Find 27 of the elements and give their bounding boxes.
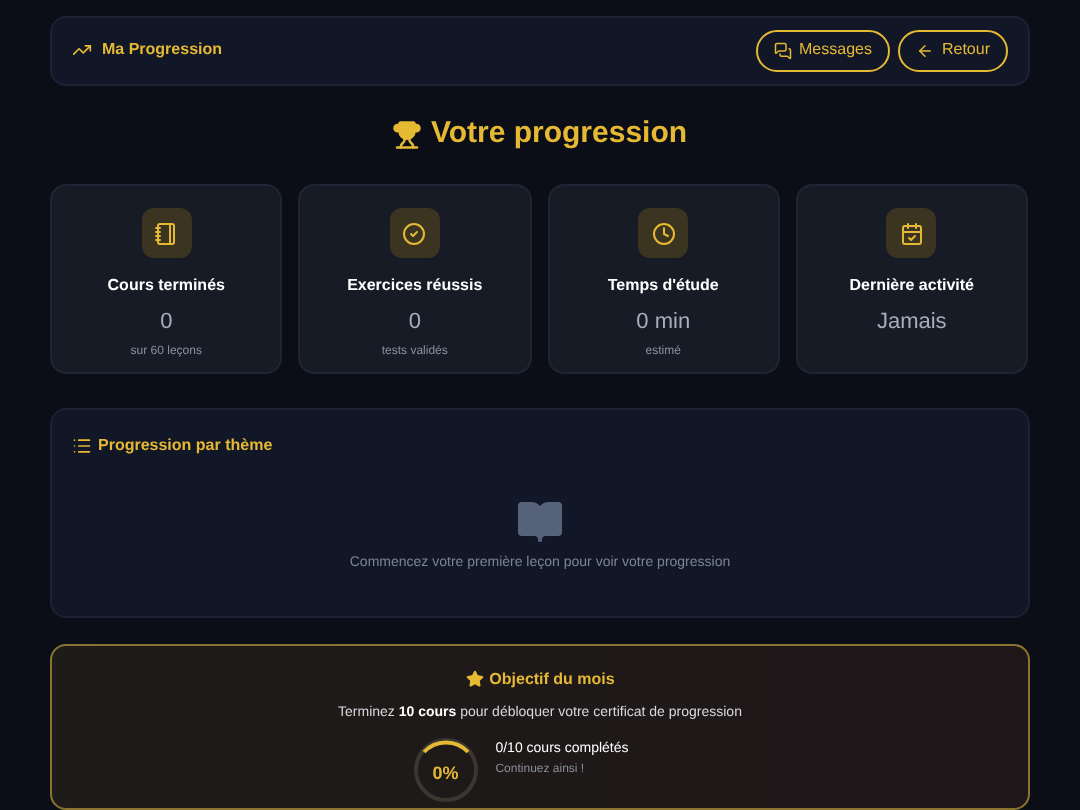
stat-label: Temps d'étude <box>607 274 719 299</box>
stat-label: Cours terminés <box>107 274 225 299</box>
stat-value: 0 <box>408 308 421 339</box>
calendar-icon <box>899 221 924 246</box>
stat-value: 0 <box>160 308 173 339</box>
trophy-icon <box>392 119 423 150</box>
stat-value: 0 min <box>636 308 691 339</box>
arrow-left-icon <box>915 41 934 60</box>
stat-label: Exercices réussis <box>347 274 483 299</box>
goal-title: Objectif du mois <box>489 667 615 692</box>
stat-label: Dernière activité <box>849 274 974 299</box>
panel-title: Progression par thème <box>98 434 273 459</box>
book-icon <box>154 221 179 246</box>
check-circle-icon <box>402 221 427 246</box>
ring-reading: 0% <box>432 765 459 784</box>
list-icon <box>72 436 92 457</box>
messages-button[interactable]: Messages <box>755 29 890 72</box>
star-icon <box>465 670 484 689</box>
back-button[interactable]: Retour <box>897 29 1008 72</box>
progress-ring <box>411 736 480 805</box>
page-title: Votre progression <box>430 113 688 154</box>
chat-icon <box>773 41 792 60</box>
book-icon <box>516 498 564 547</box>
clock-icon <box>651 221 676 246</box>
chart-icon <box>72 40 92 61</box>
header-title: Ma Progression <box>102 38 223 63</box>
stat-value: Jamais <box>876 308 947 339</box>
